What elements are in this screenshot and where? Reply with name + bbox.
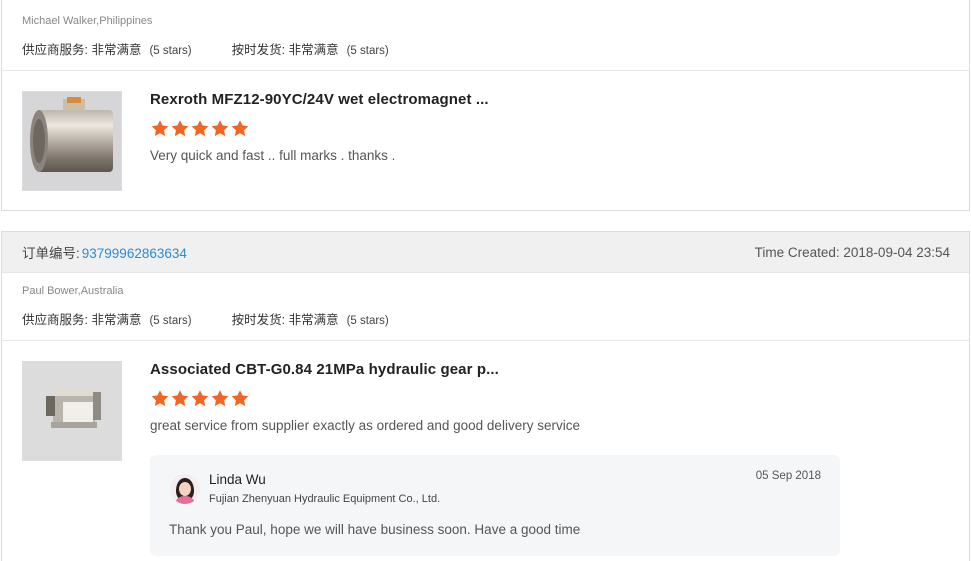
star-icon [231,120,249,136]
order-info: 订单编号: 93799962863634 [22,242,187,262]
reply-author-name: Linda Wu [209,472,266,487]
review-card: Michael Walker,Philippines 供应商服务: 非常满意 (… [1,0,970,211]
product-title[interactable]: Associated CBT-G0.84 21MPa hydraulic gea… [150,361,499,378]
product-thumbnail[interactable] [22,91,122,191]
star-icon [151,390,169,406]
supplier-reply: Linda Wu Fujian Zhenyuan Hydraulic Equip… [150,455,840,556]
star-icon [151,120,169,136]
star-rating [150,119,250,138]
star-icon [171,390,189,406]
buyer-name: Michael Walker,Philippines [22,15,153,27]
reply-text: Thank you Paul, hope we will have busine… [169,522,581,537]
rating-note: (5 stars) [346,45,389,57]
rating-label: 按时发货: 非常满意 [231,313,339,327]
product-review: Rexroth MFZ12-90YC/24V wet electromagnet… [2,71,969,211]
gear-pump-image [23,362,121,460]
rating-supplier-service: 供应商服务: 非常满意 (5 stars) [22,309,192,328]
rating-label: 供应商服务: 非常满意 [22,43,142,57]
product-title[interactable]: Rexroth MFZ12-90YC/24V wet electromagnet… [150,91,489,108]
review-comment: great service from supplier exactly as o… [150,418,580,433]
time-created: Time Created: 2018-09-04 23:54 [754,244,950,260]
star-icon [231,390,249,406]
order-header: 订单编号: 93799962863634 Time Created: 2018-0… [2,232,969,273]
rating-note: (5 stars) [346,315,389,327]
product-review: Associated CBT-G0.84 21MPa hydraulic gea… [2,341,969,561]
order-number-link[interactable]: 93799962863634 [82,246,187,261]
reply-company: Fujian Zhenyuan Hydraulic Equipment Co.,… [209,493,441,505]
rating-note: (5 stars) [149,45,192,57]
buyer-section: Paul Bower,Australia 供应商服务: 非常满意 (5 star… [2,273,969,341]
star-icon [191,120,209,136]
review-comment: Very quick and fast .. full marks . than… [150,148,396,163]
rating-on-time-delivery: 按时发货: 非常满意 (5 stars) [232,39,389,58]
order-number-label: 订单编号: [22,246,80,261]
supplier-ratings: 供应商服务: 非常满意 (5 stars) 按时发货: 非常满意 (5 star… [22,39,949,58]
rating-on-time-delivery: 按时发货: 非常满意 (5 stars) [232,309,389,328]
solenoid-coil-image [23,92,121,190]
star-icon [191,390,209,406]
review-card: 订单编号: 93799962863634 Time Created: 2018-0… [1,231,970,561]
rating-label: 供应商服务: 非常满意 [22,313,142,327]
reply-date: 05 Sep 2018 [755,470,821,482]
buyer-name: Paul Bower,Australia [22,285,124,297]
user-avatar-image [170,474,200,504]
buyer-section: Michael Walker,Philippines 供应商服务: 非常满意 (… [2,0,969,71]
star-icon [211,390,229,406]
star-icon [171,120,189,136]
supplier-ratings: 供应商服务: 非常满意 (5 stars) 按时发货: 非常满意 (5 star… [22,309,949,328]
rating-label: 按时发货: 非常满意 [231,43,339,57]
product-thumbnail[interactable] [22,361,122,461]
rating-note: (5 stars) [149,315,192,327]
avatar [170,474,200,504]
star-rating [150,389,250,408]
rating-supplier-service: 供应商服务: 非常满意 (5 stars) [22,39,192,58]
star-icon [211,120,229,136]
